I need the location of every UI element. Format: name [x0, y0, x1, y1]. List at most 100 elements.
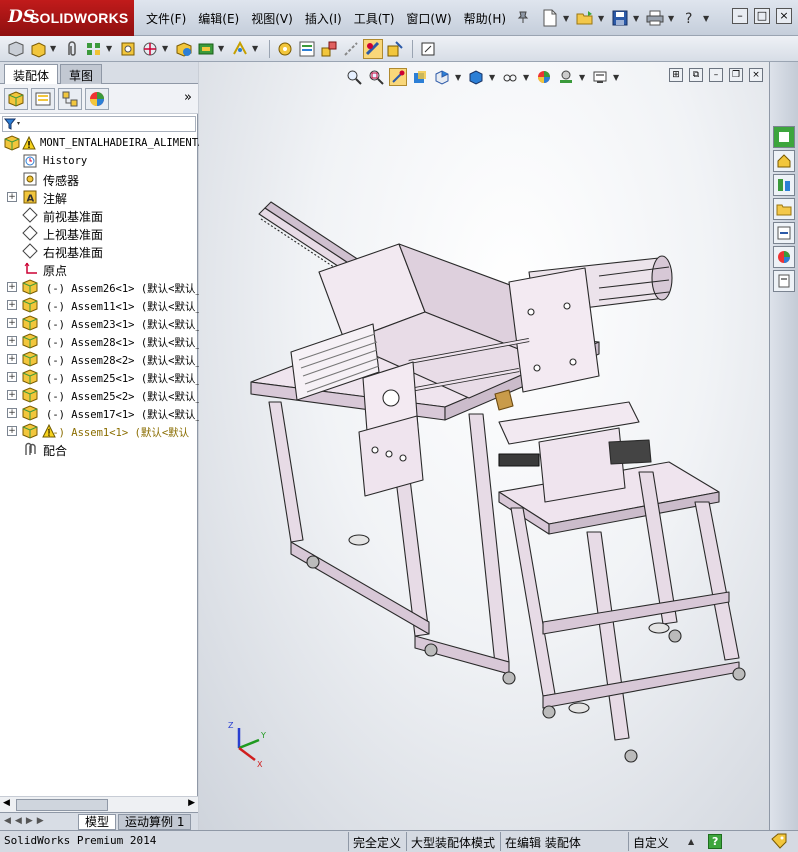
tree-item-right-plane[interactable]: 右视基准面: [0, 242, 198, 260]
tree-item-front-plane[interactable]: 前视基准面: [0, 206, 198, 224]
chevron-down-icon[interactable]: ▼: [162, 44, 170, 53]
status-custom-units[interactable]: 自定义: [628, 832, 673, 851]
tree-component[interactable]: + (-) Assem28<2> (默认<默认_: [0, 350, 202, 368]
tab-nav-arrows-icon[interactable]: ◀◀▶▶: [4, 816, 48, 826]
tree-component[interactable]: + (-) Assem23<1> (默认<默认_: [0, 314, 202, 332]
tree-component[interactable]: + (-) Assem26<1> (默认<默认_: [0, 278, 202, 296]
expand-icon[interactable]: +: [7, 408, 17, 418]
expand-icon[interactable]: +: [7, 318, 17, 328]
new-part-icon[interactable]: [28, 39, 48, 59]
home-icon[interactable]: [773, 150, 795, 172]
expand-icon[interactable]: +: [7, 192, 17, 202]
tree-item-mates[interactable]: 配合: [0, 440, 198, 458]
tab-motion-study[interactable]: 运动算例 1: [118, 814, 192, 830]
scroll-left-icon[interactable]: ◀: [3, 798, 10, 808]
expand-icon[interactable]: +: [7, 282, 17, 292]
chevron-down-icon[interactable]: ▼: [218, 44, 226, 53]
pin-icon[interactable]: [516, 10, 530, 24]
tree-component-warning[interactable]: + (-) Assem1<1> (默认<默认: [0, 422, 198, 440]
bill-of-materials-icon[interactable]: [297, 39, 317, 59]
tree-component[interactable]: + (-) Assem11<1> (默认<默认_: [0, 296, 202, 314]
filter-icon[interactable]: [3, 117, 23, 131]
tab-assembly[interactable]: 装配体: [4, 64, 59, 84]
explode-line-sketch-icon[interactable]: [341, 39, 361, 59]
menu-view[interactable]: 视图(V): [251, 10, 293, 27]
graphics-area[interactable]: ▼ ▼ ▼ ▼ ▼ ⊞ ⧉ – ❐ × Z Y X: [199, 62, 769, 830]
tree-item-origin[interactable]: 原点: [0, 260, 198, 278]
chevron-down-icon[interactable]: ▼: [106, 44, 114, 53]
instant3d-icon[interactable]: [418, 39, 438, 59]
chevron-down-icon[interactable]: ▼: [633, 14, 641, 23]
solidworks-resources-icon[interactable]: [773, 126, 795, 148]
interference-detection-icon[interactable]: [363, 38, 383, 59]
chevron-down-icon[interactable]: ▼: [252, 44, 260, 53]
exploded-view-icon[interactable]: [319, 39, 339, 59]
filter-bar[interactable]: [2, 116, 196, 132]
solidworks-logo[interactable]: DS SOLIDWORKS: [0, 0, 134, 36]
file-explorer-icon[interactable]: [773, 198, 795, 220]
menu-help[interactable]: 帮助(H): [464, 10, 506, 27]
tree-component[interactable]: + (-) Assem17<1> (默认<默认_: [0, 404, 202, 422]
tree-item-annotations[interactable]: + A 注解: [0, 188, 198, 206]
view-palette-icon[interactable]: [773, 222, 795, 244]
close-icon[interactable]: ×: [776, 8, 792, 24]
expand-icon[interactable]: +: [7, 390, 17, 400]
chevron-down-icon[interactable]: ▼: [703, 14, 711, 23]
save-icon[interactable]: [610, 8, 630, 28]
status-help-button[interactable]: ?: [708, 834, 723, 849]
insert-component-icon[interactable]: [6, 39, 26, 59]
chevron-down-icon[interactable]: ▼: [598, 14, 606, 23]
expand-icon[interactable]: +: [7, 300, 17, 310]
chevron-down-icon[interactable]: ▼: [50, 44, 58, 53]
menu-edit[interactable]: 编辑(E): [198, 10, 239, 27]
reference-geometry-icon[interactable]: [230, 39, 250, 59]
menu-window[interactable]: 窗口(W): [406, 10, 451, 27]
tab-sketch[interactable]: 草图: [60, 64, 103, 84]
minimize-icon[interactable]: –: [732, 8, 748, 24]
help-icon[interactable]: ?: [680, 8, 700, 28]
expand-icon[interactable]: +: [7, 336, 17, 346]
print-icon[interactable]: [645, 8, 665, 28]
chevron-down-icon[interactable]: ▼: [668, 14, 676, 23]
new-document-icon[interactable]: [540, 8, 560, 28]
horizontal-scrollbar[interactable]: ◀ ▶: [0, 796, 198, 812]
more-tabs-icon[interactable]: »: [184, 90, 192, 105]
mate-paperclip-icon[interactable]: [62, 39, 82, 59]
custom-properties-icon[interactable]: [773, 270, 795, 292]
tree-item-top-plane[interactable]: 上视基准面: [0, 224, 198, 242]
tree-component[interactable]: + (-) Assem25<2> (默认<默认_: [0, 386, 202, 404]
expand-icon[interactable]: +: [7, 372, 17, 382]
chevron-down-icon[interactable]: ▼: [563, 14, 571, 23]
tree-component[interactable]: + (-) Assem28<1> (默认<默认_: [0, 332, 202, 350]
3d-assembly-model[interactable]: [199, 62, 769, 830]
configuration-manager-icon[interactable]: [58, 87, 82, 110]
scrollbar-thumb[interactable]: [16, 799, 108, 811]
design-library-icon[interactable]: [773, 174, 795, 196]
tag-icon[interactable]: [770, 833, 788, 852]
linear-pattern-icon[interactable]: [84, 39, 104, 59]
tree-root-assembly[interactable]: MONT_ENTALHADEIRA_ALIMENTA: [0, 134, 204, 152]
tab-model[interactable]: 模型: [78, 814, 117, 830]
menu-insert[interactable]: 插入(I): [305, 10, 342, 27]
feature-manager-icon[interactable]: [4, 87, 28, 110]
appearances-icon[interactable]: [773, 246, 795, 268]
smart-fasteners-icon[interactable]: [118, 39, 138, 59]
scroll-right-icon[interactable]: ▶: [188, 798, 195, 808]
expand-icon[interactable]: +: [7, 426, 17, 436]
menu-file[interactable]: 文件(F): [146, 10, 186, 27]
open-folder-icon[interactable]: [575, 8, 595, 28]
tree-item-history[interactable]: History: [0, 152, 198, 170]
new-motion-study-icon[interactable]: [275, 39, 295, 59]
hide-show-components-icon[interactable]: [174, 39, 194, 59]
tree-item-sensors[interactable]: 传感器: [0, 170, 198, 188]
chevron-up-icon[interactable]: ▲: [688, 837, 696, 846]
tree-component[interactable]: + (-) Assem25<1> (默认<默认_: [0, 368, 202, 386]
move-component-icon[interactable]: [140, 39, 160, 59]
menu-tools[interactable]: 工具(T): [354, 10, 395, 27]
property-manager-icon[interactable]: [31, 87, 55, 110]
maximize-icon[interactable]: □: [754, 8, 770, 24]
assembly-features-icon[interactable]: [196, 39, 216, 59]
expand-icon[interactable]: +: [7, 354, 17, 364]
clearance-verification-icon[interactable]: [385, 39, 405, 59]
display-manager-icon[interactable]: [85, 87, 109, 110]
